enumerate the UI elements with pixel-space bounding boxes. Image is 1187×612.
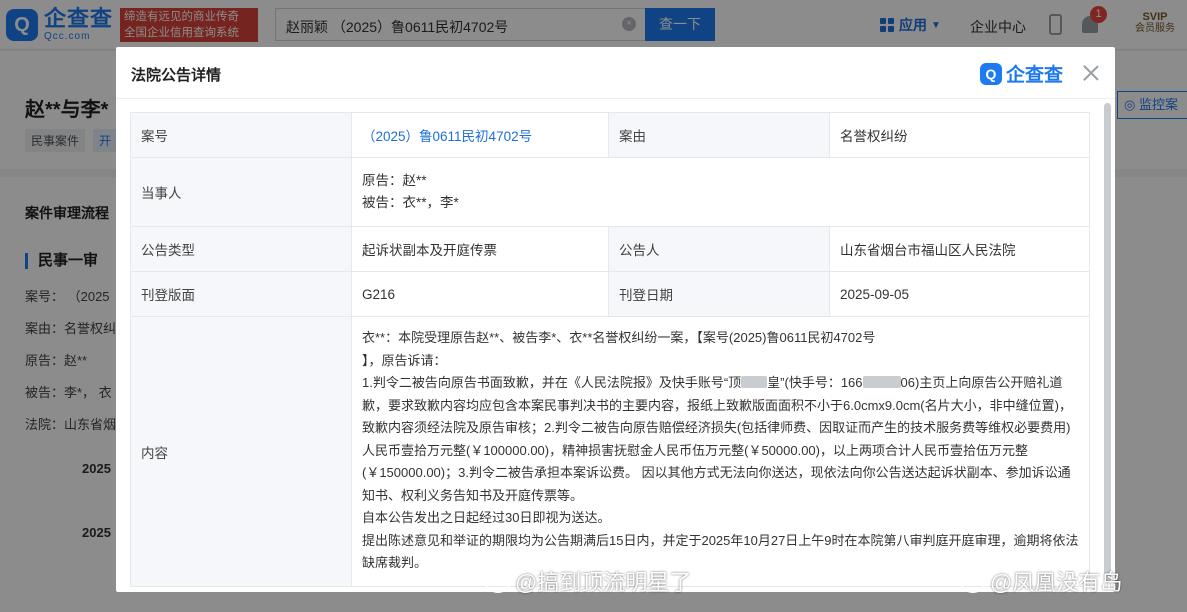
table-row: 公告类型 起诉状副本及开庭传票 公告人 山东省烟台市福山区人民法院 xyxy=(130,226,1090,272)
logo-mark-icon: Q xyxy=(980,62,1002,85)
parties-label: 当事人 xyxy=(130,157,352,227)
cause-value: 名誉权纠纷 xyxy=(829,112,1090,158)
content-label: 内容 xyxy=(130,316,352,587)
table-row: 当事人 原告：赵** 被告：衣**，李* xyxy=(130,157,1090,227)
weibo-icon xyxy=(960,571,986,593)
page-value: G216 xyxy=(351,271,609,317)
table-row: 内容 衣**：本院受理原告赵**、被告李*、衣**名誉权纠纷一案，【案号(202… xyxy=(130,316,1090,587)
notice-detail-table: 案号 （2025）鲁0611民初4702号 案由 名誉权纠纷 当事人 原告：赵*… xyxy=(130,112,1090,587)
dialog-scrollbar[interactable] xyxy=(1104,103,1111,583)
case-no-link[interactable]: （2025）鲁0611民初4702号 xyxy=(362,129,532,144)
page-label: 刊登版面 xyxy=(130,271,352,317)
notice-content: 衣**：本院受理原告赵**、被告李*、衣**名誉权纠纷一案，【案号(2025)鲁… xyxy=(351,316,1090,587)
cause-label: 案由 xyxy=(608,112,830,158)
close-icon[interactable] xyxy=(1082,64,1100,82)
dialog-logo: Q 企查查 xyxy=(980,60,1063,87)
plaintiff: 原告：赵** xyxy=(362,173,427,188)
defendant: 被告：衣**，李* xyxy=(362,195,459,210)
court-notice-dialog: 法院公告详情 Q 企查查 案号 （2025）鲁0611民初4702号 案由 名誉… xyxy=(116,47,1115,592)
case-no-label: 案号 xyxy=(130,112,352,158)
dialog-header: 法院公告详情 Q 企查查 xyxy=(116,47,1115,99)
publish-date-value: 2025-09-05 xyxy=(829,271,1090,317)
table-row: 刊登版面 G216 刊登日期 2025-09-05 xyxy=(130,271,1090,317)
redacted-block xyxy=(741,376,768,388)
announcer-label: 公告人 xyxy=(608,226,830,272)
watermark-left: @搞到顶流明星了 xyxy=(485,565,691,597)
table-row: 案号 （2025）鲁0611民初4702号 案由 名誉权纠纷 xyxy=(130,112,1090,158)
redacted-block xyxy=(862,376,901,388)
publish-date-label: 刊登日期 xyxy=(608,271,830,317)
announcer-value: 山东省烟台市福山区人民法院 xyxy=(829,226,1090,272)
dialog-title: 法院公告详情 xyxy=(131,67,222,84)
parties-value: 原告：赵** 被告：衣**，李* xyxy=(351,157,1090,227)
watermark-right: @凤凰没有岛 xyxy=(960,565,1122,597)
weibo-icon xyxy=(485,571,511,593)
notice-type-label: 公告类型 xyxy=(130,226,352,272)
notice-type-value: 起诉状副本及开庭传票 xyxy=(351,226,609,272)
